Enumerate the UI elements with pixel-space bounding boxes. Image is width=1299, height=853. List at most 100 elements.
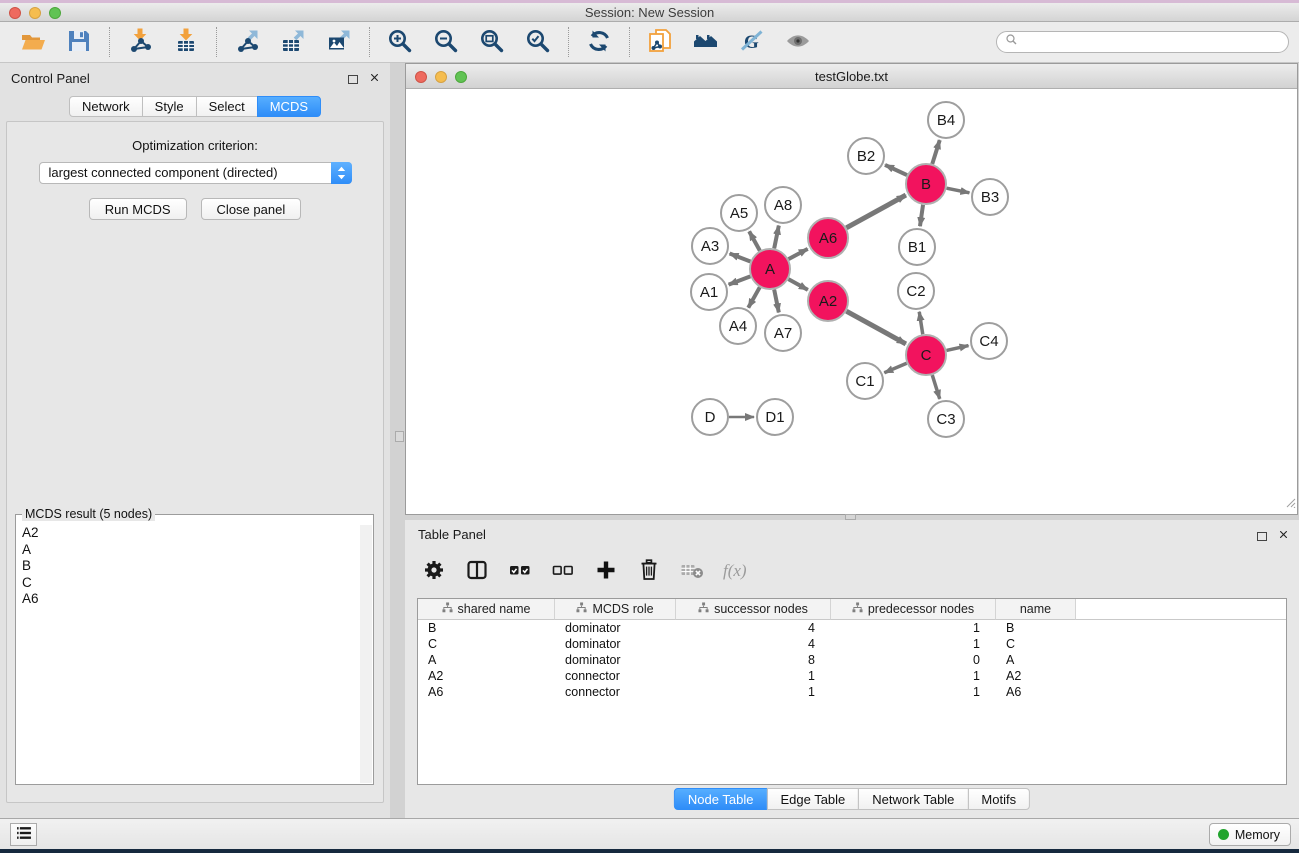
table-cell[interactable]: 1	[676, 685, 831, 699]
gear-button[interactable]	[421, 556, 447, 586]
export-table-button[interactable]	[273, 25, 313, 59]
result-item[interactable]: C	[17, 575, 359, 592]
zoom-in-button[interactable]	[380, 25, 420, 59]
edge-B-B2[interactable]	[885, 165, 907, 175]
result-scrollbar-track[interactable]	[360, 525, 372, 783]
edge-B-B4[interactable]	[932, 140, 939, 164]
home-button[interactable]	[686, 25, 726, 59]
edge-A-A8[interactable]	[774, 226, 779, 249]
table-row[interactable]: Cdominator41C	[418, 636, 1286, 652]
checked-pair-button[interactable]	[507, 556, 533, 586]
zoom-selected-button[interactable]	[518, 25, 558, 59]
export-image-button[interactable]	[319, 25, 359, 59]
resize-grip-icon[interactable]	[1283, 495, 1296, 513]
edge-A-A3[interactable]	[730, 254, 751, 262]
memory-button[interactable]: Memory	[1209, 823, 1291, 846]
columns-button[interactable]	[464, 556, 490, 586]
tab-node-table[interactable]: Node Table	[674, 788, 768, 810]
tab-network-table[interactable]: Network Table	[858, 788, 968, 810]
column-header-MCDS-role[interactable]: MCDS role	[555, 599, 676, 620]
network-zoom-button[interactable]	[455, 71, 467, 83]
edge-A-A1[interactable]	[729, 276, 751, 284]
table-row[interactable]: A6connector11A6	[418, 684, 1286, 700]
zoom-out-button[interactable]	[426, 25, 466, 59]
table-cell[interactable]: A	[996, 653, 1076, 667]
edge-C-C1[interactable]	[884, 363, 906, 373]
edge-C-C2[interactable]	[919, 312, 923, 335]
edge-B-B3[interactable]	[947, 188, 970, 193]
table-cell[interactable]: C	[996, 637, 1076, 651]
table-cell[interactable]: connector	[555, 669, 676, 683]
zoom-window-button[interactable]	[49, 7, 61, 19]
search-input[interactable]	[1022, 35, 1280, 50]
plus-button[interactable]	[593, 556, 619, 586]
table-cell[interactable]: 4	[676, 621, 831, 635]
vertical-splitter-handle[interactable]	[395, 431, 404, 442]
network-close-button[interactable]	[415, 71, 427, 83]
search-field[interactable]	[996, 31, 1289, 53]
minimize-window-button[interactable]	[29, 7, 41, 19]
float-panel-icon[interactable]	[348, 75, 358, 84]
trash-button[interactable]	[636, 556, 662, 586]
edge-C-C3[interactable]	[932, 375, 939, 399]
column-header-successor-nodes[interactable]: successor nodes	[676, 599, 831, 620]
import-network-button[interactable]	[120, 25, 160, 59]
graphics-details-button[interactable]: G	[732, 25, 772, 59]
refresh-layout-button[interactable]	[579, 25, 619, 59]
table-cell[interactable]: 1	[831, 685, 996, 699]
table-cell[interactable]: A2	[996, 669, 1076, 683]
table-cell[interactable]: A6	[996, 685, 1076, 699]
tab-mcds[interactable]: MCDS	[257, 96, 321, 117]
table-row[interactable]: Adominator80A	[418, 652, 1286, 668]
show-hide-button[interactable]	[778, 25, 818, 59]
table-cell[interactable]: dominator	[555, 637, 676, 651]
column-header-shared-name[interactable]: shared name	[418, 599, 555, 620]
network-minimize-button[interactable]	[435, 71, 447, 83]
table-cell[interactable]: A2	[418, 669, 555, 683]
column-header-predecessor-nodes[interactable]: predecessor nodes	[831, 599, 996, 620]
network-canvas[interactable]: B4B2BB3A5A8A6A3AB1A1A2C2A4A7C4CC1C3DD1	[406, 89, 1297, 514]
tab-select[interactable]: Select	[196, 96, 258, 117]
table-cell[interactable]: C	[418, 637, 555, 651]
table-cell[interactable]: 0	[831, 653, 996, 667]
edge-C-C4[interactable]	[946, 346, 968, 351]
edge-A-A5[interactable]	[749, 231, 760, 250]
tab-motifs[interactable]: Motifs	[967, 788, 1030, 810]
unchecked-pair-button[interactable]	[550, 556, 576, 586]
edge-A-A4[interactable]	[748, 287, 759, 307]
tab-edge-table[interactable]: Edge Table	[766, 788, 859, 810]
table-cell[interactable]: 4	[676, 637, 831, 651]
table-cell[interactable]: 8	[676, 653, 831, 667]
result-item[interactable]: A2	[17, 525, 359, 542]
table-cell[interactable]: B	[996, 621, 1076, 635]
close-panel-icon[interactable]	[369, 70, 380, 88]
table-cell[interactable]: 1	[831, 621, 996, 635]
result-item[interactable]: A6	[17, 591, 359, 608]
edge-A-A6[interactable]	[789, 249, 808, 259]
edge-B-B1[interactable]	[920, 205, 923, 226]
tab-style[interactable]: Style	[142, 96, 197, 117]
table-cell[interactable]: 1	[831, 637, 996, 651]
float-table-panel-icon[interactable]	[1257, 532, 1267, 541]
task-history-button[interactable]	[10, 823, 37, 846]
close-window-button[interactable]	[9, 7, 21, 19]
edge-A6-B[interactable]	[846, 195, 905, 228]
zoom-fit-button[interactable]	[472, 25, 512, 59]
table-cell[interactable]: connector	[555, 685, 676, 699]
result-item[interactable]: B	[17, 558, 359, 575]
optimization-criterion-dropdown[interactable]: largest connected component (directed)	[39, 162, 352, 184]
export-network-button[interactable]	[227, 25, 267, 59]
table-cell[interactable]: A6	[418, 685, 555, 699]
result-item[interactable]: A	[17, 542, 359, 559]
open-session-button[interactable]	[13, 25, 53, 59]
table-cell[interactable]: dominator	[555, 621, 676, 635]
close-table-panel-icon[interactable]	[1278, 527, 1289, 545]
table-cell[interactable]: B	[418, 621, 555, 635]
table-cell[interactable]: 1	[676, 669, 831, 683]
save-session-button[interactable]	[59, 25, 99, 59]
column-header-name[interactable]: name	[996, 599, 1076, 620]
table-row[interactable]: A2connector11A2	[418, 668, 1286, 684]
network-window-titlebar[interactable]: testGlobe.txt	[406, 64, 1297, 89]
edge-A2-C[interactable]	[846, 311, 905, 344]
table-cell[interactable]: A	[418, 653, 555, 667]
